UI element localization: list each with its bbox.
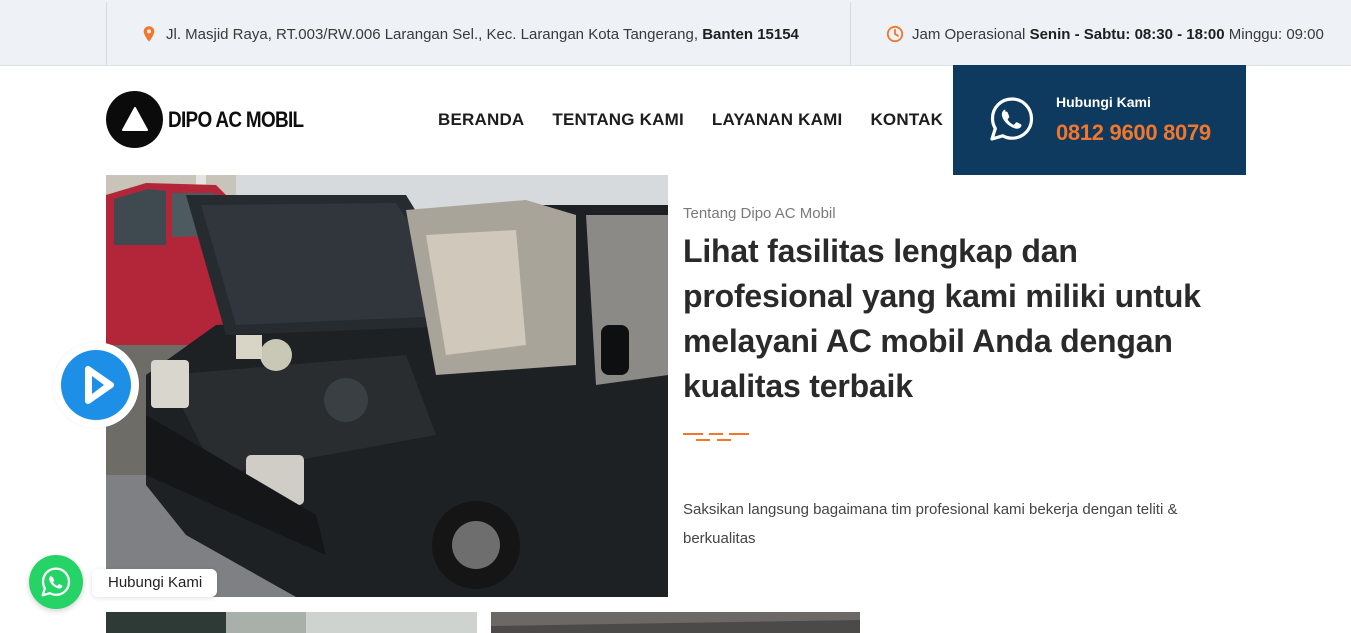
hours-label: Jam Operasional [912,25,1026,43]
address-region: Banten 15154 [702,25,799,43]
cta-phone-number[interactable]: 0812 9600 8079 [1056,120,1211,146]
hours-info: Jam Operasional Senin - Sabtu: 08:30 - 1… [886,24,1324,44]
map-pin-icon [143,26,155,42]
site-logo[interactable]: DIPO AC MOBIL [106,91,325,148]
top-info-bar: Jl. Masjid Raya, RT.003/RW.006 Larangan … [0,0,1351,66]
nav-item-tentang-kami[interactable]: TENTANG KAMI [552,110,683,130]
gallery-thumbnail[interactable] [106,612,477,633]
triangle-logo-icon [106,91,163,148]
play-icon [61,350,131,420]
video-play-button[interactable] [53,342,139,428]
address-text: Jl. Masjid Raya, RT.003/RW.006 Larangan … [166,25,699,43]
whatsapp-icon [990,97,1034,141]
section-headline: Lihat fasilitas lengkap dan profesional … [683,233,1201,404]
hours-sunday: Minggu: 09:00 [1228,25,1324,43]
nav-item-kontak[interactable]: KONTAK [870,110,943,130]
contact-cta-box[interactable]: Hubungi Kami 0812 9600 8079 [953,65,1246,175]
section-eyebrow: Tentang Dipo AC Mobil [683,205,836,222]
clock-icon [886,25,904,43]
address-info: Jl. Masjid Raya, RT.003/RW.006 Larangan … [140,24,799,44]
main-nav: BERANDA TENTANG KAMI LAYANAN KAMI KONTAK [438,110,971,130]
topbar-divider [106,2,107,65]
hero-workshop-photo [106,175,668,597]
whatsapp-float-button[interactable] [29,555,83,609]
gallery-thumbnail[interactable] [491,612,860,633]
brand-name: DIPO AC MOBIL [168,106,304,132]
topbar-divider [850,2,851,65]
whatsapp-icon [41,567,71,597]
title-divider [683,433,749,441]
nav-item-layanan-kami[interactable]: LAYANAN KAMI [712,110,843,130]
section-description: Saksikan langsung bagaimana tim profesio… [683,501,1178,547]
cta-title: Hubungi Kami [1056,94,1151,110]
hours-weekday: Senin - Sabtu: 08:30 - 18:00 [1029,25,1225,43]
whatsapp-float-label[interactable]: Hubungi Kami [92,569,218,597]
nav-item-beranda[interactable]: BERANDA [438,110,524,130]
